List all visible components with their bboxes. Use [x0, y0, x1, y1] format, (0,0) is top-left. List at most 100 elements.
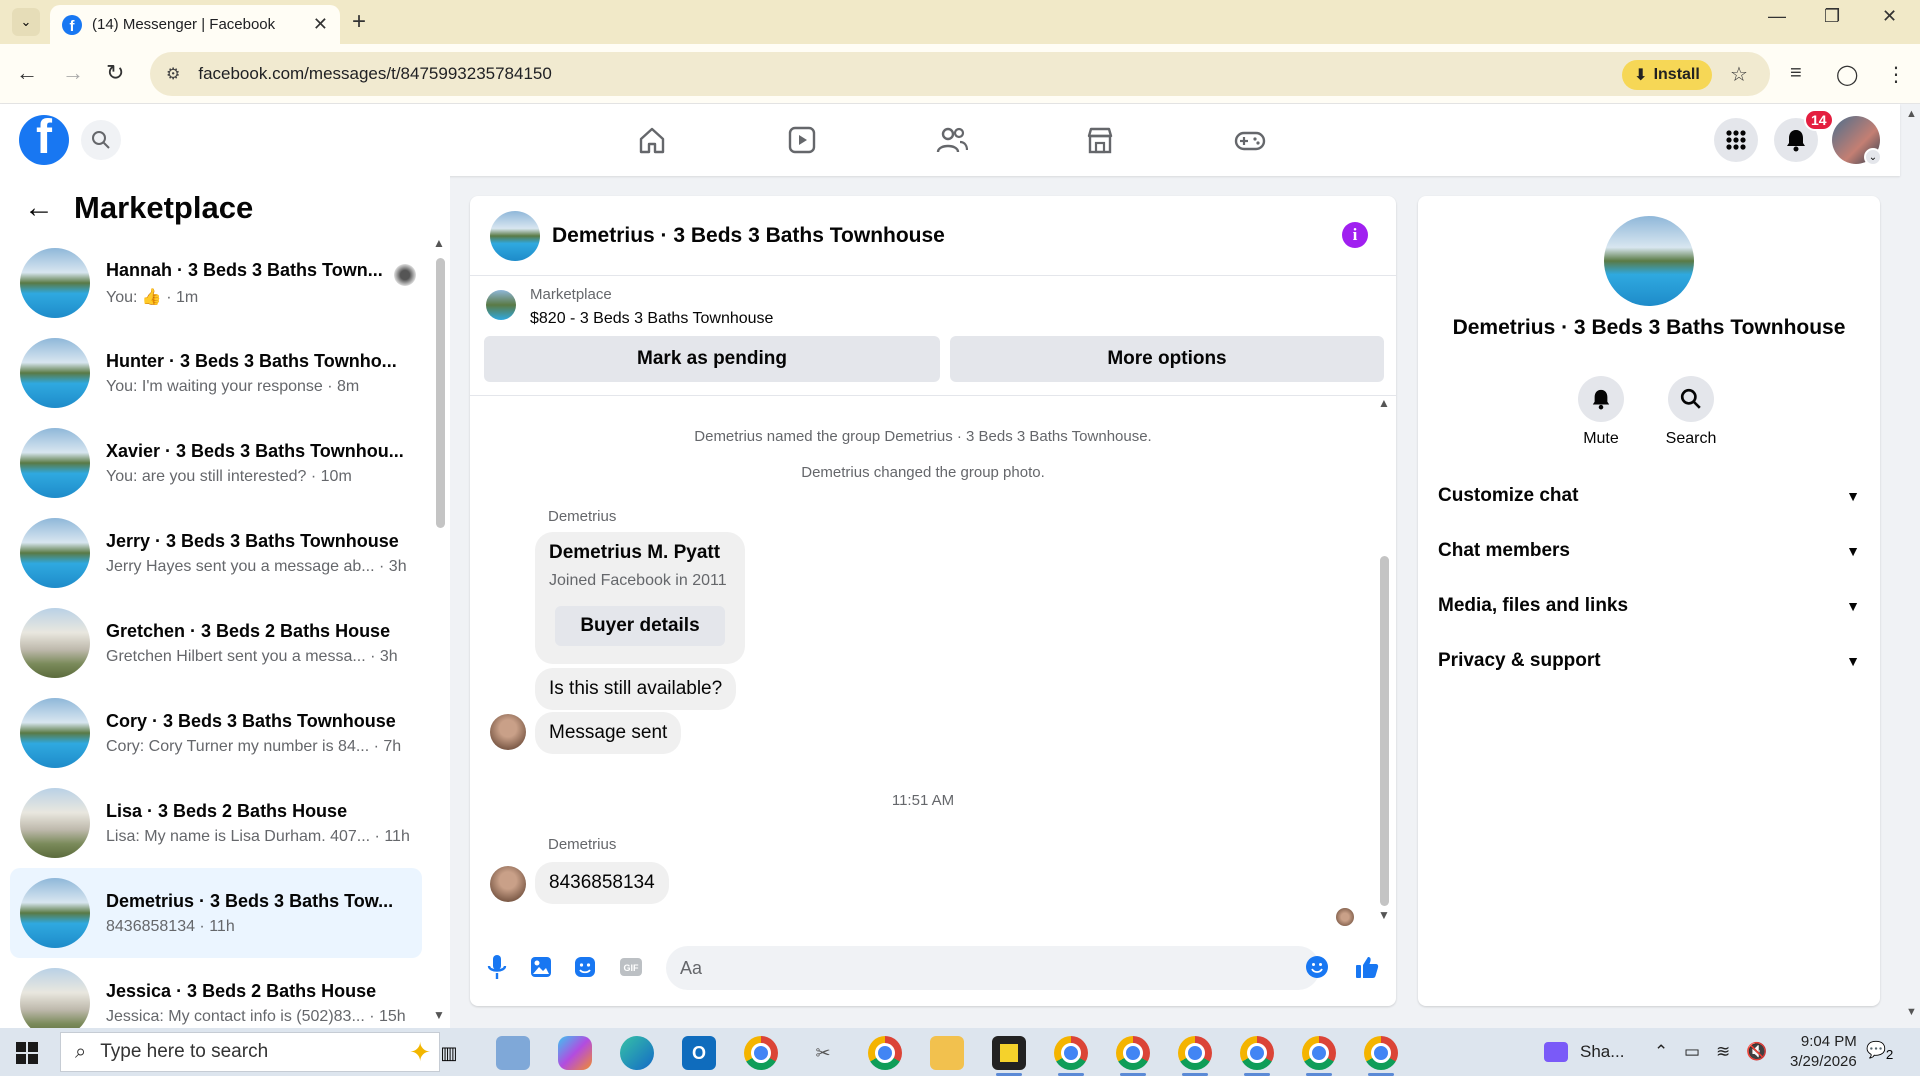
copilot-icon[interactable] [558, 1036, 592, 1070]
bookmark-star-icon[interactable]: ☆ [1730, 62, 1748, 87]
scroll-down-arrow-icon[interactable]: ▼ [1378, 908, 1390, 922]
privacy-support-section[interactable]: Privacy & support ▼ [1438, 641, 1860, 681]
chrome-window-icon[interactable] [1116, 1036, 1150, 1076]
back-icon[interactable]: ← [16, 60, 38, 86]
video-nav-button[interactable] [772, 118, 832, 162]
conversation-item-jessica[interactable]: Jessica · 3 Beds 2 Baths House Jessica: M… [10, 958, 422, 1028]
like-send-button[interactable] [1354, 954, 1380, 980]
chrome-window-icon[interactable] [1178, 1036, 1212, 1076]
chrome-profile-icon[interactable] [868, 1036, 902, 1070]
buyer-details-button[interactable]: Buyer details [555, 606, 725, 646]
profile-icon[interactable]: ◯ [1836, 62, 1858, 87]
restore-icon[interactable]: ❐ [1824, 6, 1840, 27]
back-arrow-icon[interactable]: ← [24, 191, 54, 225]
chrome-window-icon[interactable] [1364, 1036, 1398, 1076]
minimize-icon[interactable]: — [1768, 6, 1786, 27]
browser-menu-icon[interactable]: ⋮ [1886, 62, 1906, 87]
file-explorer-icon[interactable] [930, 1036, 964, 1070]
mute-action[interactable]: Mute [1561, 376, 1641, 448]
customize-chat-section[interactable]: Customize chat ▼ [1438, 476, 1860, 516]
search-action[interactable]: Search [1651, 376, 1731, 448]
sender-avatar[interactable] [490, 714, 526, 750]
chat-title[interactable]: Demetrius · 3 Beds 3 Baths Townhouse [552, 224, 945, 248]
taskbar-search-box[interactable]: ⌕ Type here to search ✦ [60, 1032, 440, 1072]
media-controls-icon[interactable]: ≡ [1790, 62, 1802, 85]
notification-center-icon[interactable]: 💬2 [1866, 1040, 1893, 1062]
attach-photo-button[interactable] [528, 954, 554, 980]
chrome-icon[interactable] [744, 1036, 778, 1070]
show-hidden-icons-icon[interactable]: ⌃ [1654, 1028, 1668, 1076]
chat-scrollbar[interactable] [1380, 556, 1389, 906]
scroll-up-arrow-icon[interactable]: ▲ [433, 236, 445, 250]
conversation-item-lisa[interactable]: Lisa · 3 Beds 2 Baths House Lisa: My name… [10, 778, 422, 868]
facebook-search-button[interactable] [81, 120, 121, 160]
voice-clip-button[interactable] [484, 954, 510, 980]
gif-button[interactable]: GIF [618, 954, 644, 980]
account-chevron-down-icon[interactable]: ⌄ [1864, 148, 1882, 166]
outlook-icon[interactable]: O [682, 1036, 716, 1070]
scroll-down-arrow-icon[interactable]: ▼ [433, 1008, 445, 1022]
edge-icon[interactable] [620, 1036, 654, 1070]
browser-tab-messenger[interactable]: f (14) Messenger | Facebook ✕ [50, 5, 340, 44]
menu-button[interactable] [1714, 118, 1758, 162]
bell-icon [1787, 130, 1805, 152]
conversation-info-panel: Demetrius · 3 Beds 3 Baths Townhouse Mut… [1418, 196, 1880, 1006]
conversation-item-demetrius[interactable]: Demetrius · 3 Beds 3 Baths Tow... 8436858… [10, 868, 422, 958]
chrome-window-icon[interactable] [1302, 1036, 1336, 1076]
wifi-icon[interactable]: ≋ [1716, 1028, 1730, 1076]
listing-price-title[interactable]: $820 - 3 Beds 3 Baths Townhouse [530, 310, 773, 328]
chrome-window-icon[interactable] [1054, 1036, 1088, 1076]
message-input[interactable] [666, 946, 1320, 990]
conversation-item-xavier[interactable]: Xavier · 3 Beds 3 Baths Townhou... You: a… [10, 418, 422, 508]
page-scroll-up-icon[interactable]: ▲ [1906, 108, 1917, 120]
scroll-up-arrow-icon[interactable]: ▲ [1378, 396, 1390, 410]
task-view-icon[interactable]: ▥ [432, 1036, 466, 1070]
reload-icon[interactable]: ↻ [106, 60, 124, 86]
chrome-window-icon[interactable] [1240, 1036, 1274, 1076]
window-close-icon[interactable]: ✕ [1882, 6, 1897, 27]
windows-start-icon[interactable] [16, 1042, 38, 1064]
gaming-nav-button[interactable] [1220, 118, 1280, 162]
media-files-links-section[interactable]: Media, files and links ▼ [1438, 586, 1860, 626]
facebook-logo-icon[interactable]: f [19, 115, 69, 165]
listing-thumbnail[interactable] [486, 290, 516, 320]
home-nav-button[interactable] [622, 118, 682, 162]
mark-as-pending-button[interactable]: Mark as pending [484, 336, 940, 382]
display-icon[interactable]: ▭ [1684, 1028, 1700, 1076]
conversation-name: Hannah · 3 Beds 3 Baths Town... [106, 259, 383, 280]
sidebar-scrollbar[interactable] [436, 258, 445, 528]
conversation-item-hunter[interactable]: Hunter · 3 Beds 3 Baths Townho... You: I'… [10, 328, 422, 418]
sticky-notes-icon[interactable] [992, 1036, 1026, 1076]
volume-muted-icon[interactable]: 🔇 [1746, 1028, 1767, 1076]
forward-icon[interactable]: → [62, 60, 84, 86]
tab-close-icon[interactable]: ✕ [313, 14, 328, 35]
sticker-button[interactable] [572, 954, 598, 980]
marketplace-nav-button[interactable] [1070, 118, 1130, 162]
new-tab-icon[interactable]: + [352, 8, 366, 36]
conversation-item-gretchen[interactable]: Gretchen · 3 Beds 2 Baths House Gretchen … [10, 598, 422, 688]
page-scroll-down-icon[interactable]: ▼ [1906, 1006, 1917, 1018]
conversation-item-hannah[interactable]: Hannah · 3 Beds 3 Baths Town... You: 👍 · … [10, 238, 422, 328]
site-info-icon[interactable]: ⚙ [166, 64, 180, 84]
conversation-item-jerry[interactable]: Jerry · 3 Beds 3 Baths Townhouse Jerry Ha… [10, 508, 422, 598]
system-clock[interactable]: 9:04 PM 3/29/2026 [1790, 1032, 1857, 1072]
chat-avatar[interactable] [490, 210, 540, 261]
emoji-button[interactable] [1304, 954, 1330, 980]
tray-share-app[interactable]: Sha... [1544, 1028, 1624, 1076]
conversation-info-icon[interactable]: i [1342, 222, 1368, 248]
conversation-avatar[interactable] [1604, 216, 1694, 306]
install-app-button[interactable]: ⬇ Install [1622, 60, 1712, 90]
more-options-button[interactable]: More options [950, 336, 1384, 382]
snipping-tool-icon[interactable]: ✂ [806, 1036, 840, 1070]
conversation-item-cory[interactable]: Cory · 3 Beds 3 Baths Townhouse Cory: Cor… [10, 688, 422, 778]
search-in-conversation-button[interactable] [1668, 376, 1714, 422]
buyer-name: Demetrius M. Pyatt [549, 542, 721, 563]
sender-avatar[interactable] [490, 866, 526, 902]
friends-nav-button[interactable] [922, 118, 982, 162]
mute-button[interactable] [1578, 376, 1624, 422]
chat-members-section[interactable]: Chat members ▼ [1438, 531, 1860, 571]
file-app-icon[interactable] [496, 1036, 530, 1070]
tab-search-dropdown-icon[interactable]: ⌄ [12, 8, 40, 36]
friends-icon [936, 127, 968, 153]
address-bar[interactable]: ⚙ facebook.com/messages/t/84759932357841… [150, 52, 1770, 96]
